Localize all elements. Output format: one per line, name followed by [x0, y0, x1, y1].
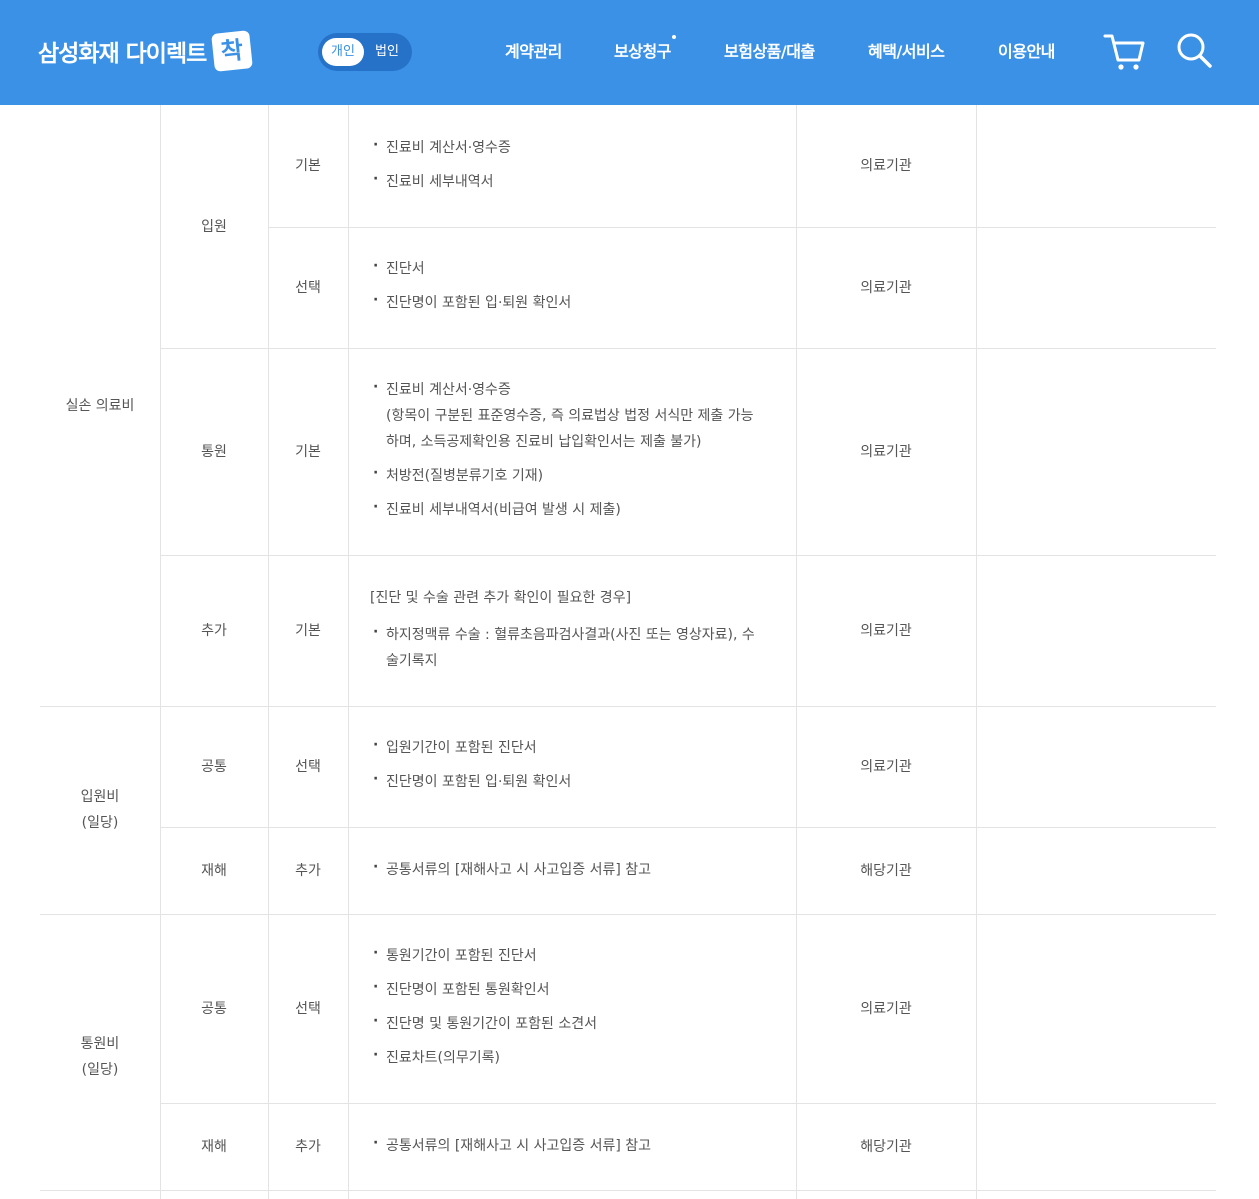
document-item: 공통서류의 [재해사고 시 사고입증 서류] 참고 — [370, 854, 770, 883]
document-note: (항목이 구분된 표준영수증, 즉 의료법상 법정 서식만 제출 가능 — [386, 408, 754, 424]
nav-contract-management[interactable]: 계약관리 — [505, 38, 562, 64]
sub-label-inpatient: 입원 — [201, 218, 227, 235]
issuer-label: 의료기관 — [860, 158, 912, 174]
document-list: 진단서 진단명이 포함된 입·퇴원 확인서 — [370, 253, 770, 316]
document-note: 하며, 소득공제확인용 진료비 납입확인서는 제출 불가) — [386, 434, 702, 450]
type-label: 추가 — [295, 1138, 321, 1155]
document-list: 입원기간이 포함된 진단서 진단명이 포함된 입·퇴원 확인서 — [370, 732, 770, 795]
type-label: 선택 — [295, 279, 321, 296]
site-logo[interactable]: 삼성화재 다이렉트 착 — [38, 30, 255, 72]
type-label: 기본 — [295, 158, 321, 174]
document-item: 진료비 계산서·영수증 — [370, 374, 770, 403]
issuer-label: 해당기관 — [860, 862, 912, 879]
type-label: 기본 — [295, 443, 321, 460]
logo-text: 삼성화재 다이렉트 — [38, 41, 207, 67]
sub-label-common: 공통 — [201, 1000, 227, 1017]
document-item: 진단서 — [370, 253, 770, 282]
type-label: 선택 — [295, 758, 321, 775]
nav-claims-label: 보상청구 — [614, 42, 671, 61]
document-heading: [진단 및 수술 관련 추가 확인이 필요한 경우] — [370, 590, 632, 606]
document-list: 진료비 계산서·영수증 진료비 세부내역서 — [370, 132, 770, 195]
customer-type-toggle[interactable]: 개인 법인 — [318, 33, 412, 71]
document-list: 공통서류의 [재해사고 시 사고입증 서류] 참고 — [370, 1130, 770, 1159]
issuer-label: 의료기관 — [860, 622, 912, 639]
document-item: 통원기간이 포함된 진단서 — [370, 940, 770, 969]
logo-badge: 착 — [211, 30, 255, 72]
toggle-corporate[interactable]: 법인 — [366, 38, 408, 66]
document-item: 진료차트(의무기록) — [370, 1042, 770, 1071]
group-label-hospitalization-daily: 입원비 (일당) — [80, 789, 120, 831]
issuer-label: 해당기관 — [860, 1138, 912, 1155]
issuer-label: 의료기관 — [860, 758, 912, 775]
issuer-label: 의료기관 — [860, 279, 912, 296]
notification-dot — [671, 35, 676, 39]
document-list: [진단 및 수술 관련 추가 확인이 필요한 경우] 하지정맥류 수술 : 혈류… — [370, 585, 770, 674]
document-item: 진료비 세부내역서 — [370, 166, 770, 195]
document-item: 진단명이 포함된 통원확인서 — [370, 974, 770, 1003]
document-list: 통원기간이 포함된 진단서 진단명이 포함된 통원확인서 진단명 및 통원기간이… — [370, 940, 770, 1071]
group-label-medical-expense: 실손 의료비 — [65, 397, 135, 414]
document-item: 진단명 및 통원기간이 포함된 소견서 — [370, 1008, 770, 1037]
sub-label-common: 공통 — [201, 758, 227, 775]
issuer-label: 의료기관 — [860, 443, 912, 460]
document-item: 진단명이 포함된 입·퇴원 확인서 — [370, 766, 770, 795]
sub-label-outpatient: 통원 — [201, 443, 227, 460]
search-icon[interactable] — [1174, 30, 1214, 74]
document-item: 하지정맥류 수술 : 혈류초음파검사결과(사진 또는 영상자료), 수 — [370, 619, 770, 648]
document-list: 진료비 계산서·영수증 (항목이 구분된 표준영수증, 즉 의료법상 법정 서식… — [370, 374, 770, 523]
document-item: 진료비 세부내역서(비급여 발생 시 제출) — [370, 494, 770, 523]
sub-label-accident: 재해 — [201, 1138, 227, 1155]
document-item: 처방전(질병분류기호 기재) — [370, 460, 770, 489]
nav-insurance-products[interactable]: 보험상품/대출 — [724, 38, 815, 64]
cart-icon[interactable] — [1103, 30, 1147, 76]
toggle-personal[interactable]: 개인 — [322, 38, 364, 66]
document-item-cont: 술기록지 — [386, 653, 438, 669]
document-item: 진단명이 포함된 입·퇴원 확인서 — [370, 287, 770, 316]
group-label-outpatient-daily: 통원비 (일당) — [80, 1035, 120, 1078]
logo-badge-text: 착 — [219, 35, 245, 67]
site-header: 삼성화재 다이렉트 착 개인 법인 계약관리 보상청구 보험상품/대출 혜택/서… — [0, 0, 1259, 105]
nav-claims[interactable]: 보상청구 — [614, 35, 676, 64]
document-item: 공통서류의 [재해사고 시 사고입증 서류] 참고 — [370, 1130, 770, 1159]
document-item: 진료비 계산서·영수증 — [370, 132, 770, 161]
issuer-label: 의료기관 — [860, 1000, 912, 1017]
document-list: 공통서류의 [재해사고 시 사고입증 서류] 참고 — [370, 854, 770, 883]
type-label: 기본 — [295, 622, 321, 639]
type-label: 선택 — [295, 1000, 321, 1017]
nav-benefits-services[interactable]: 혜택/서비스 — [868, 38, 945, 64]
claim-documents-table: 실손 의료비 입원비 (일당) 통원비 (일당) 입원 통원 추가 공통 재해 … — [0, 105, 1259, 1199]
document-item: 입원기간이 포함된 진단서 — [370, 732, 770, 761]
sub-label-additional: 추가 — [201, 622, 227, 639]
type-label: 추가 — [295, 862, 321, 879]
sub-label-accident: 재해 — [201, 862, 227, 879]
nav-usage-guide[interactable]: 이용안내 — [998, 38, 1055, 64]
